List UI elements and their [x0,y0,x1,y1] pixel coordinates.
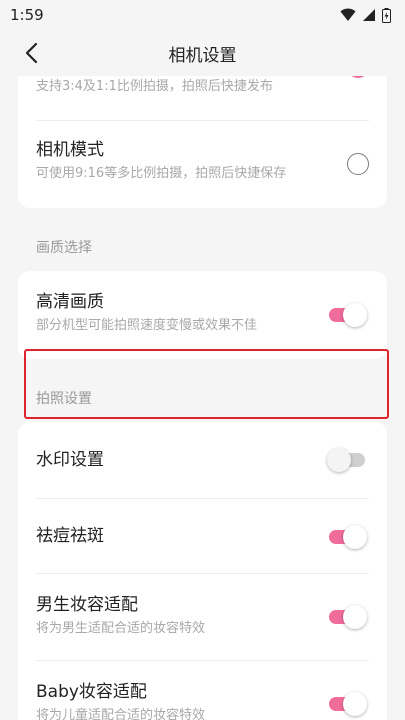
chevron-left-icon [25,42,38,64]
setting-watermark[interactable]: 水印设置 [18,422,387,498]
setting-title: 男生妆容适配 [36,595,138,615]
option-title: 相机模式 [36,140,104,160]
male-makeup-toggle[interactable] [327,604,367,630]
section-header-quality: 画质选择 [36,240,92,256]
camera-mode-option-quick[interactable]: 支持3:4及1:1比例拍摄，拍照后快捷发布 [18,76,387,120]
radio-unchecked[interactable] [347,153,369,175]
acne-removal-toggle[interactable] [327,524,367,550]
setting-subtitle: 将为男生适配合适的妆容特效 [36,621,206,636]
status-icons [340,7,391,23]
battery-icon [382,7,391,23]
setting-title: 高清画质 [36,292,104,312]
baby-makeup-toggle[interactable] [327,691,367,717]
camera-mode-option-camera[interactable]: 相机模式 可使用9:16等多比例拍摄，拍照后快捷保存 [18,121,387,208]
nav-bar: 相机设置 [0,30,405,76]
back-button[interactable] [14,36,48,70]
setting-acne-removal[interactable]: 祛痘祛斑 [18,499,387,573]
setting-baby-makeup[interactable]: Baby妆容适配 将为儿童适配合适的妆容特效 [18,661,387,720]
settings-scroll-area[interactable]: 支持3:4及1:1比例拍摄，拍照后快捷发布 相机模式 可使用9:16等多比例拍摄… [0,76,405,720]
setting-male-makeup[interactable]: 男生妆容适配 将为男生适配合适的妆容特效 [18,574,387,660]
setting-title: 水印设置 [36,450,104,470]
wifi-icon [340,8,356,21]
signal-icon [363,9,375,21]
radio-checked[interactable] [347,76,369,78]
setting-title: Baby妆容适配 [36,682,147,702]
photo-settings-card: 水印设置 祛痘祛斑 男生妆容适配 将为男生适配合适的妆容特效 Baby妆容适配 … [18,422,387,720]
setting-subtitle: 部分机型可能拍照速度变慢或效果不佳 [36,318,258,333]
page-title: 相机设置 [168,45,237,66]
setting-hd-quality[interactable]: 高清画质 部分机型可能拍照速度变慢或效果不佳 [18,271,387,359]
option-subtitle: 可使用9:16等多比例拍摄，拍照后快捷保存 [36,166,287,181]
quality-card: 高清画质 部分机型可能拍照速度变慢或效果不佳 [18,271,387,359]
hd-quality-toggle[interactable] [327,302,367,328]
section-header-photo: 拍照设置 [36,391,92,407]
setting-title: 祛痘祛斑 [36,526,104,546]
status-bar: 1:59 [0,0,405,30]
watermark-toggle[interactable] [327,447,367,473]
camera-mode-card: 支持3:4及1:1比例拍摄，拍照后快捷发布 相机模式 可使用9:16等多比例拍摄… [18,76,387,208]
setting-subtitle: 将为儿童适配合适的妆容特效 [36,708,206,720]
status-time: 1:59 [10,6,44,24]
option-subtitle: 支持3:4及1:1比例拍摄，拍照后快捷发布 [36,79,273,94]
